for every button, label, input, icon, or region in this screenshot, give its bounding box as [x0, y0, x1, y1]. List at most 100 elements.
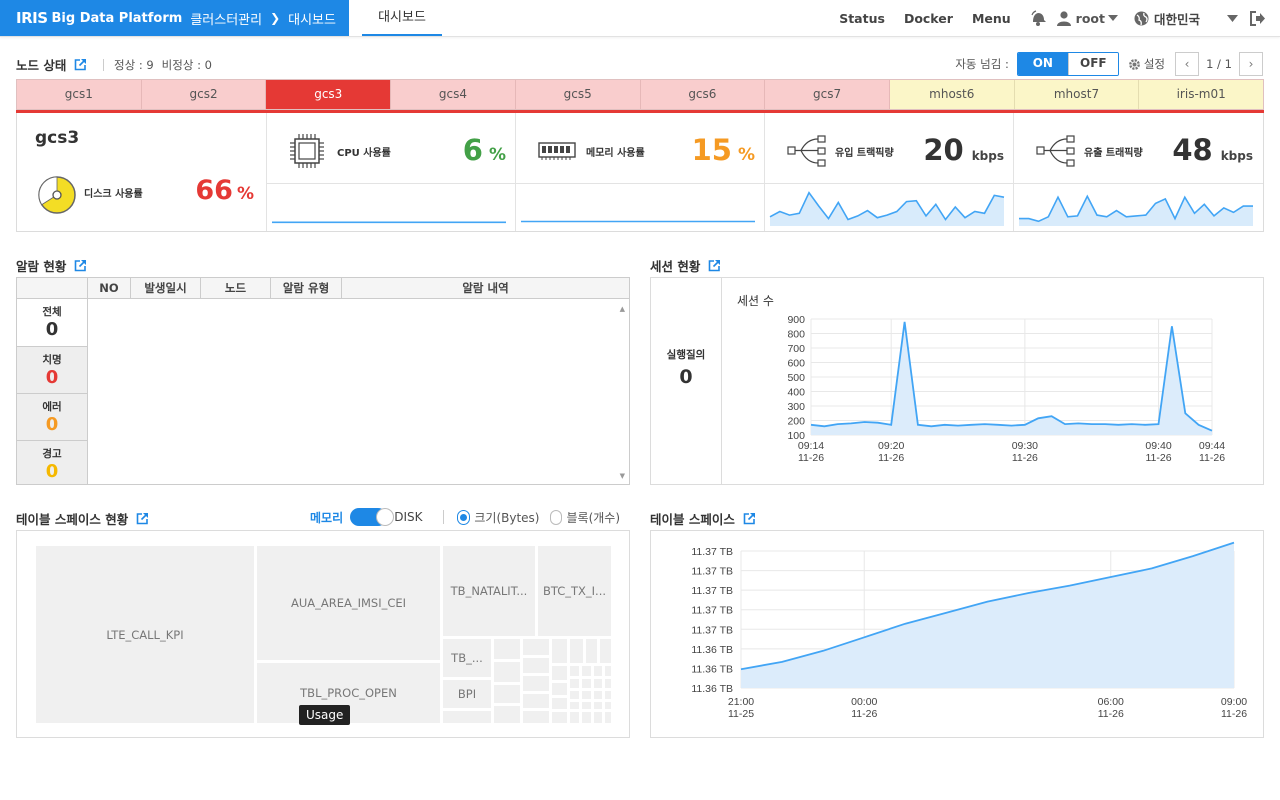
nav-status[interactable]: Status: [839, 11, 885, 26]
treemap-cell[interactable]: [494, 706, 520, 723]
treemap-cell[interactable]: [605, 666, 611, 676]
treemap-cell[interactable]: [494, 639, 520, 659]
treemap-cell[interactable]: [570, 702, 579, 709]
treemap-cell[interactable]: [494, 685, 520, 703]
treemap-cell[interactable]: [552, 712, 567, 723]
treemap-cell[interactable]: [586, 639, 597, 663]
column-header[interactable]: 알람 유형: [271, 278, 342, 298]
treemap-cell[interactable]: BPI: [443, 680, 491, 708]
external-link-icon[interactable]: [74, 259, 87, 272]
node-tab-mhost6[interactable]: mhost6: [889, 80, 1015, 109]
treemap-cell[interactable]: AUA_AREA_IMSI_CEI: [257, 546, 440, 660]
on-button[interactable]: ON: [1017, 53, 1068, 75]
treemap-cell[interactable]: [605, 691, 611, 699]
treemap-cell[interactable]: [570, 666, 579, 676]
treemap-cell[interactable]: [594, 679, 602, 688]
node-tab-mhost7[interactable]: mhost7: [1014, 80, 1140, 109]
node-summary-card: gcs3 디스크 사용률 66%: [17, 113, 267, 231]
treemap-cell[interactable]: [552, 639, 567, 663]
treemap-cell[interactable]: [582, 702, 591, 709]
iris-logo[interactable]: IRIS: [16, 9, 48, 27]
treemap-cell[interactable]: [594, 702, 602, 709]
treemap-cell[interactable]: [570, 712, 579, 723]
node-tab-gcs5[interactable]: gcs5: [515, 80, 641, 109]
treemap-cell[interactable]: BTC_TX_I...: [538, 546, 611, 636]
node-tab-gcs7[interactable]: gcs7: [765, 80, 890, 109]
block-radio[interactable]: [549, 509, 563, 525]
treemap-cell[interactable]: [552, 666, 567, 680]
treemap-cell[interactable]: [523, 676, 549, 691]
scroll-down-arrow-icon[interactable]: ▼: [620, 472, 625, 480]
alarm-table-body[interactable]: 전체 0 치명 0 에러 0 경고 0 ▲ ▼: [16, 299, 630, 485]
column-header[interactable]: 알람 내역: [342, 278, 629, 298]
alarm-count-total[interactable]: 전체 0: [17, 299, 88, 346]
alarm-count-warning[interactable]: 경고 0: [17, 440, 88, 484]
off-button[interactable]: OFF: [1067, 53, 1118, 75]
treemap-cell[interactable]: [582, 691, 591, 699]
treemap-cell[interactable]: [570, 639, 583, 663]
node-tab-gcs2[interactable]: gcs2: [141, 80, 267, 109]
treemap-cell[interactable]: [582, 712, 591, 723]
y-tick-label: 11.36 TB: [691, 683, 733, 695]
alarm-count-error[interactable]: 에러 0: [17, 393, 88, 440]
nav-menu[interactable]: Menu: [972, 11, 1011, 26]
treemap-cell[interactable]: [605, 679, 611, 688]
tablespace-size-chart[interactable]: 11.37 TB 11.37 TB 11.37 TB 11.37 TB 11.37 TB…: [651, 531, 1263, 737]
column-header[interactable]: NO: [88, 278, 131, 298]
nav-docker[interactable]: Docker: [904, 11, 953, 26]
external-link-icon[interactable]: [136, 512, 149, 525]
alarm-count-critical[interactable]: 치명 0: [17, 346, 88, 393]
treemap-cell[interactable]: [594, 666, 602, 676]
node-tab-gcs6[interactable]: gcs6: [640, 80, 766, 109]
treemap-cell[interactable]: [523, 658, 549, 673]
treemap-cell[interactable]: [594, 712, 602, 723]
breadcrumb-cluster[interactable]: 클러스터관리: [190, 9, 262, 28]
column-header[interactable]: 노드: [201, 278, 271, 298]
memory-mode-label[interactable]: 메모리: [310, 509, 343, 526]
treemap-cell[interactable]: [582, 679, 591, 688]
language-selector[interactable]: 대한민국: [1134, 9, 1200, 28]
treemap-cell[interactable]: [494, 662, 520, 682]
external-link-icon[interactable]: [708, 259, 721, 272]
treemap-cell[interactable]: [523, 711, 549, 723]
treemap-cell[interactable]: [570, 679, 579, 688]
column-header[interactable]: 발생일시: [131, 278, 201, 298]
treemap-cell[interactable]: [552, 698, 567, 709]
tab-dashboard[interactable]: 대시보드: [362, 0, 442, 36]
treemap-cell[interactable]: TB_NATALIT...: [443, 546, 535, 636]
block-radio-label[interactable]: 블록(개수): [566, 509, 620, 526]
treemap-cell[interactable]: [605, 712, 611, 723]
treemap-cell[interactable]: [582, 666, 591, 676]
treemap-cell[interactable]: [523, 694, 549, 708]
node-tab-gcs4[interactable]: gcs4: [391, 80, 516, 109]
logout-icon[interactable]: [1250, 10, 1266, 26]
treemap-cell[interactable]: [570, 691, 579, 699]
user-menu[interactable]: root: [1056, 11, 1118, 26]
node-tab-iris-m01[interactable]: iris-m01: [1139, 80, 1264, 109]
disk-mode-label[interactable]: DISK: [394, 510, 422, 524]
session-count-chart[interactable]: 10020030040050060070080090009:1411-2609:…: [723, 294, 1263, 484]
bell-icon[interactable]: [1030, 9, 1047, 27]
settings-button[interactable]: 설정: [1128, 56, 1165, 72]
external-link-icon[interactable]: [743, 512, 756, 525]
size-radio[interactable]: [457, 509, 471, 525]
treemap-cell[interactable]: [600, 639, 611, 663]
treemap-cell[interactable]: [594, 691, 602, 699]
next-page-button[interactable]: ›: [1239, 52, 1263, 76]
treemap-cell[interactable]: [605, 702, 611, 709]
size-radio-label[interactable]: 크기(Bytes): [474, 509, 539, 526]
memory-disk-switch[interactable]: [350, 508, 395, 526]
node-tab-gcs3[interactable]: gcs3: [266, 80, 392, 109]
x-tick-date: 11-26: [851, 708, 877, 720]
caret-down-icon[interactable]: [1227, 14, 1238, 22]
treemap-cell[interactable]: LTE_CALL_KPI: [36, 546, 254, 723]
treemap-cell[interactable]: TB_...: [443, 639, 491, 677]
scroll-up-arrow-icon[interactable]: ▲: [620, 305, 625, 313]
treemap-cell[interactable]: [523, 639, 549, 655]
prev-page-button[interactable]: ‹: [1175, 52, 1199, 76]
treemap-cell[interactable]: [443, 711, 491, 723]
memory-module-icon: [538, 142, 576, 160]
treemap-cell[interactable]: [552, 683, 567, 695]
node-tab-gcs1[interactable]: gcs1: [17, 80, 142, 109]
external-link-icon[interactable]: [74, 58, 87, 71]
